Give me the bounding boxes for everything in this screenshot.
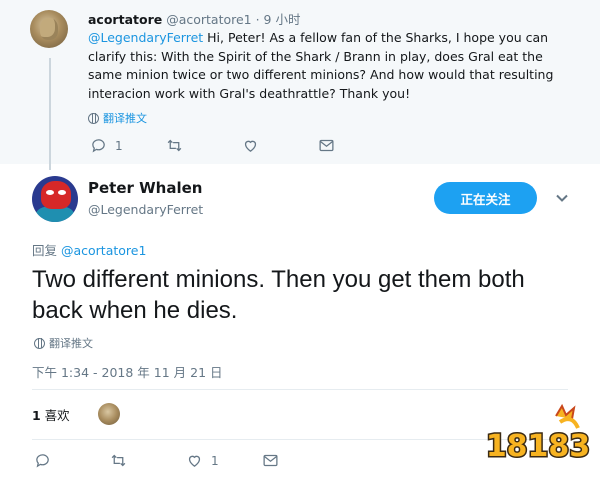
action-bar: 1 bbox=[34, 452, 279, 469]
globe-icon bbox=[88, 112, 99, 124]
handle[interactable]: @LegendaryFerret bbox=[88, 202, 203, 217]
retweet-button[interactable] bbox=[166, 137, 242, 154]
display-name[interactable]: Peter Whalen bbox=[88, 179, 202, 197]
likes-count-link[interactable]: 1 喜欢 bbox=[32, 405, 70, 424]
timestamp[interactable]: 下午 1:34 - 2018 年 11 月 21 日 bbox=[32, 362, 223, 381]
replying-to: 回复 @acortatore1 bbox=[32, 240, 146, 259]
translate-link[interactable]: 翻译推文 bbox=[88, 110, 147, 126]
parent-tweet-header: acortatore @acortatore1 · 9 小时 bbox=[88, 9, 301, 28]
globe-icon bbox=[34, 337, 45, 349]
translate-label: 翻译推文 bbox=[49, 337, 93, 350]
like-button[interactable]: 1 bbox=[186, 452, 262, 469]
translate-link[interactable]: 翻译推文 bbox=[34, 335, 93, 351]
chevron-down-icon bbox=[556, 194, 568, 202]
divider bbox=[32, 389, 568, 390]
tweet-text: @LegendaryFerret Hi, Peter! As a fellow … bbox=[88, 29, 568, 103]
mention-link[interactable]: @LegendaryFerret bbox=[88, 30, 203, 45]
reply-icon bbox=[36, 454, 49, 468]
reply-icon bbox=[92, 139, 105, 153]
like-count: 1 bbox=[211, 453, 219, 468]
dm-icon bbox=[263, 454, 278, 467]
site-watermark-logo: 18183 bbox=[486, 403, 590, 466]
display-name[interactable]: acortatore bbox=[88, 12, 162, 27]
engagement-row: 1 喜欢 bbox=[32, 403, 120, 425]
avatar[interactable] bbox=[32, 176, 78, 222]
parent-tweet[interactable]: acortatore @acortatore1 · 9 小时 @Legendar… bbox=[0, 0, 600, 170]
like-icon bbox=[244, 140, 257, 152]
reply-button[interactable]: 1 bbox=[90, 137, 166, 154]
liker-avatar[interactable] bbox=[97, 403, 120, 425]
translate-label: 翻译推文 bbox=[103, 112, 147, 125]
retweet-icon bbox=[111, 454, 126, 467]
svg-text:18183: 18183 bbox=[486, 429, 590, 464]
more-menu-button[interactable] bbox=[555, 190, 569, 204]
retweet-icon bbox=[167, 139, 182, 152]
likes-count: 1 bbox=[32, 407, 41, 423]
reply-button[interactable] bbox=[34, 452, 110, 469]
following-button[interactable]: 正在关注 bbox=[434, 182, 537, 214]
retweet-button[interactable] bbox=[110, 452, 186, 469]
handle-and-time: @acortatore1 · 9 小时 bbox=[166, 12, 301, 27]
replying-to-link[interactable]: @acortatore1 bbox=[61, 243, 146, 258]
dm-button[interactable] bbox=[262, 452, 279, 469]
dm-icon bbox=[319, 139, 334, 152]
thread-line bbox=[49, 58, 51, 170]
avatar[interactable] bbox=[30, 10, 68, 48]
tweet-text: Two different minions. Then you get them… bbox=[32, 266, 525, 324]
replying-prefix: 回复 bbox=[32, 243, 61, 258]
dm-button[interactable] bbox=[318, 137, 335, 154]
action-bar: 1 bbox=[90, 137, 335, 154]
reply-count: 1 bbox=[115, 138, 123, 153]
like-icon bbox=[188, 455, 201, 467]
like-button[interactable] bbox=[242, 137, 318, 154]
likes-label: 喜欢 bbox=[40, 407, 70, 423]
